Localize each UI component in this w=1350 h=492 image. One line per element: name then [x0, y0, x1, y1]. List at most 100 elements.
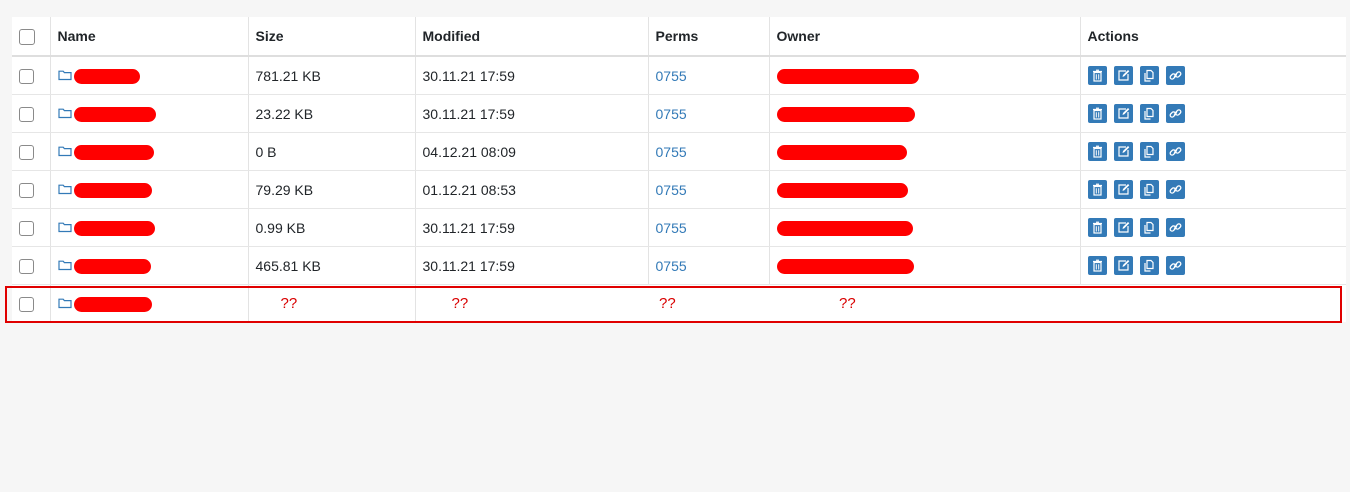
edit-icon[interactable]: [1113, 218, 1133, 237]
table-row[interactable]: 23.22 KB 30.11.21 17:59 0755: [12, 94, 1346, 133]
actions-cell: [1080, 94, 1346, 133]
redacted-name[interactable]: [73, 220, 155, 236]
link-icon[interactable]: [1165, 66, 1185, 85]
row-checkbox[interactable]: [19, 144, 34, 160]
copy-icon[interactable]: [1139, 104, 1159, 123]
edit-icon[interactable]: [1113, 180, 1133, 199]
table-row[interactable]: 79.29 KB 01.12.21 08:53 0755: [12, 170, 1346, 209]
row-checkbox[interactable]: [19, 106, 34, 122]
perms-cell: 0755: [648, 94, 770, 133]
perms-link[interactable]: 0755: [656, 182, 687, 198]
actions-cell: [1080, 170, 1346, 209]
trash-icon[interactable]: [1087, 218, 1107, 237]
name-cell: [50, 170, 249, 209]
copy-icon[interactable]: [1139, 66, 1159, 85]
row-select-cell: [12, 208, 51, 247]
perms-cell: 0755: [648, 208, 770, 247]
row-select-cell: [12, 170, 51, 209]
folder-icon: [57, 68, 72, 84]
copy-icon[interactable]: [1139, 256, 1159, 275]
row-checkbox[interactable]: [19, 220, 34, 236]
name-cell: [50, 56, 249, 95]
trash-icon[interactable]: [1087, 66, 1107, 85]
redacted-owner: [776, 144, 907, 160]
perms-link[interactable]: 0755: [656, 258, 687, 274]
size-cell: 0 B: [248, 132, 416, 171]
redacted-owner: [776, 258, 914, 274]
edit-icon[interactable]: [1113, 142, 1133, 161]
size-cell: 23.22 KB: [248, 94, 416, 133]
modified-cell: 01.12.21 08:53: [415, 170, 649, 209]
actions-cell: [1080, 132, 1346, 171]
row-select-cell: [12, 132, 51, 171]
modified-cell: 30.11.21 17:59: [415, 94, 649, 133]
row-select-cell: [12, 246, 51, 285]
redacted-name[interactable]: [73, 182, 152, 198]
trash-icon[interactable]: [1087, 180, 1107, 199]
header-name[interactable]: Name: [50, 17, 249, 57]
owner-cell: [769, 56, 1081, 95]
link-icon[interactable]: [1165, 142, 1185, 161]
edit-icon[interactable]: [1113, 66, 1133, 85]
row-checkbox[interactable]: [19, 182, 34, 198]
size-cell: 79.29 KB: [248, 170, 416, 209]
folder-icon: [57, 182, 72, 198]
trash-icon[interactable]: [1087, 104, 1107, 123]
redacted-name[interactable]: [73, 258, 151, 274]
actions-cell: [1080, 56, 1346, 95]
header-modified[interactable]: Modified: [415, 17, 649, 57]
perms-cell: 0755: [648, 246, 770, 285]
size-cell: 0.99 KB: [248, 208, 416, 247]
link-icon[interactable]: [1165, 180, 1185, 199]
redacted-name[interactable]: [73, 68, 140, 84]
header-actions: Actions: [1080, 17, 1346, 57]
trash-icon[interactable]: [1087, 142, 1107, 161]
edit-icon[interactable]: [1113, 104, 1133, 123]
owner-cell: [769, 246, 1081, 285]
edit-icon[interactable]: [1113, 256, 1133, 275]
actions-cell: [1080, 246, 1346, 285]
redacted-name[interactable]: [73, 106, 156, 122]
name-cell: [50, 246, 249, 285]
header-size[interactable]: Size: [248, 17, 416, 57]
link-icon[interactable]: [1165, 104, 1185, 123]
copy-icon[interactable]: [1139, 218, 1159, 237]
size-cell: 781.21 KB: [248, 56, 416, 95]
perms-link[interactable]: 0755: [656, 68, 687, 84]
redacted-owner: [776, 68, 919, 84]
header-owner[interactable]: Owner: [769, 17, 1081, 57]
name-cell: [50, 132, 249, 171]
redacted-name[interactable]: [73, 144, 154, 160]
select-all-cell: [12, 17, 51, 57]
perms-link[interactable]: 0755: [656, 144, 687, 160]
table-row[interactable]: 0 B 04.12.21 08:09 0755: [12, 132, 1346, 171]
modified-cell: 30.11.21 17:59: [415, 246, 649, 285]
link-icon[interactable]: [1165, 256, 1185, 275]
row-checkbox[interactable]: [19, 68, 34, 84]
perms-link[interactable]: 0755: [656, 106, 687, 122]
owner-cell: [769, 132, 1081, 171]
row-select-cell: [12, 56, 51, 95]
perms-link[interactable]: 0755: [656, 220, 687, 236]
row-select-cell: [12, 94, 51, 133]
table-row[interactable]: 465.81 KB 30.11.21 17:59 0755: [12, 246, 1346, 285]
copy-icon[interactable]: [1139, 142, 1159, 161]
table-row[interactable]: 0.99 KB 30.11.21 17:59 0755: [12, 208, 1346, 247]
file-table: Name Size Modified Perms Owner Actions 7…: [12, 17, 1346, 322]
header-perms[interactable]: Perms: [648, 17, 770, 57]
highlight-box: [5, 286, 1342, 323]
folder-icon: [57, 220, 72, 236]
row-checkbox[interactable]: [19, 258, 34, 274]
modified-cell: 30.11.21 17:59: [415, 208, 649, 247]
modified-cell: 30.11.21 17:59: [415, 56, 649, 95]
file-table-container: Name Size Modified Perms Owner Actions 7…: [12, 17, 1346, 322]
table-row[interactable]: 781.21 KB 30.11.21 17:59 0755: [12, 56, 1346, 95]
perms-cell: 0755: [648, 170, 770, 209]
copy-icon[interactable]: [1139, 180, 1159, 199]
owner-cell: [769, 170, 1081, 209]
perms-cell: 0755: [648, 56, 770, 95]
select-all-checkbox[interactable]: [19, 28, 35, 45]
link-icon[interactable]: [1165, 218, 1185, 237]
name-cell: [50, 208, 249, 247]
trash-icon[interactable]: [1087, 256, 1107, 275]
